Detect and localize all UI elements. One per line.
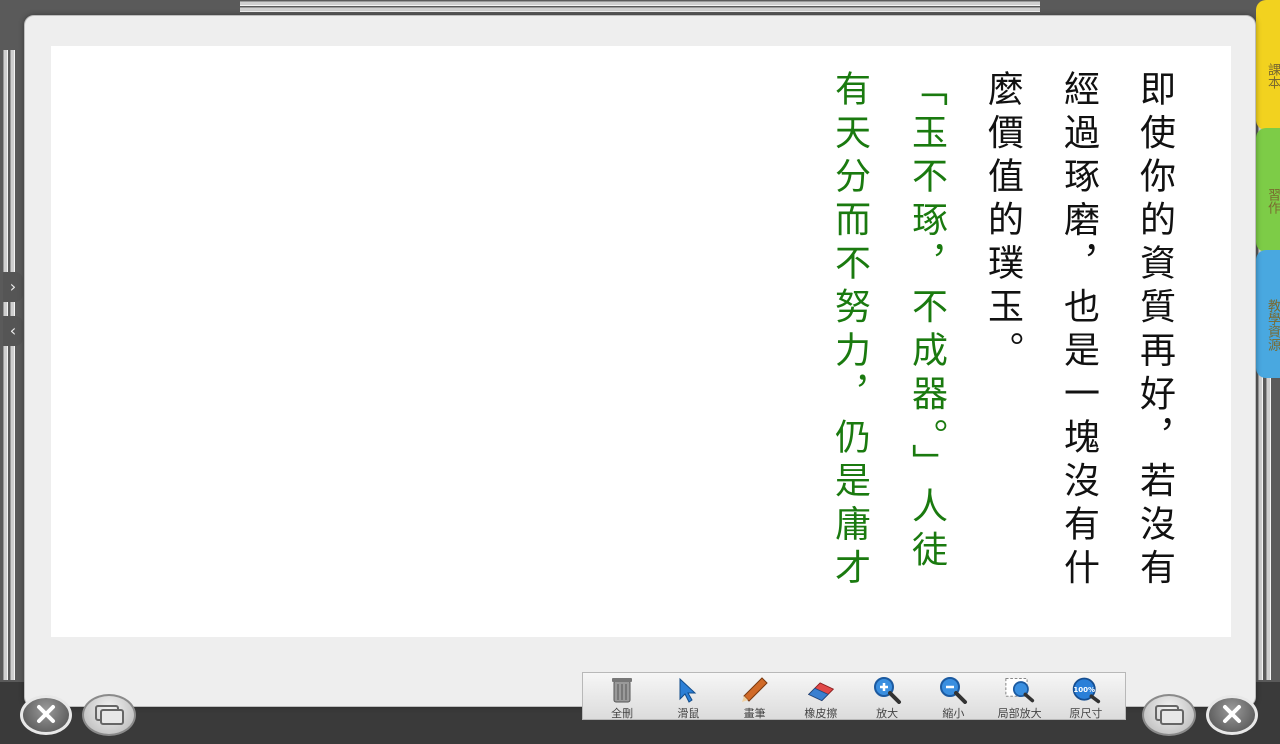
text-column-4: 「玉不琢，不成器。」人徒 xyxy=(906,70,947,574)
tab-teaching-resources[interactable]: 教學資源 xyxy=(1256,250,1280,378)
tool-label: 縮小 xyxy=(942,707,965,720)
windows-icon xyxy=(95,705,124,725)
text-column-1: 即使你的資質再好，若沒有 xyxy=(1134,70,1175,592)
trash-icon xyxy=(607,675,637,704)
tab-label: 習作 xyxy=(1265,188,1280,214)
original-size-button[interactable]: 100% 原尺寸 xyxy=(1053,675,1119,721)
zoom-in-icon xyxy=(872,675,902,704)
tab-label: 課本 xyxy=(1265,63,1280,89)
text-column-5: 有天分而不努力，仍是庸才 xyxy=(829,70,870,592)
right-side-tabs: 課本 習作 教學資源 xyxy=(1254,0,1280,380)
partial-zoom-button[interactable]: 局部放大 xyxy=(987,675,1053,721)
mouse-tool-button[interactable]: 滑鼠 xyxy=(655,675,721,721)
text-column-3: 麼價值的璞玉。 xyxy=(982,70,1023,375)
content-board[interactable]: 即使你的資質再好，若沒有 經過琢磨，也是一塊沒有什 麼價值的璞玉。 「玉不琢，不… xyxy=(51,46,1231,637)
partial-zoom-icon xyxy=(1005,675,1035,704)
pencil-icon xyxy=(740,675,770,704)
tool-palette: 全刪 滑鼠 畫筆 橡皮擦 放大 縮小 局部放大 100% 原尺寸 xyxy=(582,672,1126,720)
original-size-icon: 100% xyxy=(1071,675,1101,704)
expand-panel-button[interactable]: › xyxy=(3,272,23,302)
window-toggle-button-left[interactable] xyxy=(82,694,136,736)
text-column-2: 經過琢磨，也是一塊沒有什 xyxy=(1058,70,1099,592)
close-icon xyxy=(37,705,55,723)
chevron-left-icon: ‹ xyxy=(9,321,17,340)
close-icon xyxy=(1223,705,1241,723)
top-frame-rails xyxy=(240,0,1040,14)
zoom-in-button[interactable]: 放大 xyxy=(854,675,920,721)
pen-tool-button[interactable]: 畫筆 xyxy=(722,675,788,721)
tab-workbook[interactable]: 習作 xyxy=(1256,128,1280,252)
windows-icon xyxy=(1155,705,1184,725)
tool-label: 橡皮擦 xyxy=(804,707,838,720)
chevron-right-icon: › xyxy=(9,277,17,296)
tool-label: 放大 xyxy=(876,707,899,720)
tool-label: 滑鼠 xyxy=(677,707,700,720)
eraser-tool-button[interactable]: 橡皮擦 xyxy=(788,675,854,721)
tool-label: 畫筆 xyxy=(743,707,766,720)
close-button-right[interactable] xyxy=(1206,695,1258,735)
eraser-icon xyxy=(806,675,836,704)
close-button-left[interactable] xyxy=(20,695,72,735)
cursor-icon xyxy=(673,675,703,704)
tab-textbook[interactable]: 課本 xyxy=(1256,0,1280,130)
zoom-out-icon xyxy=(938,675,968,704)
zoom-out-button[interactable]: 縮小 xyxy=(920,675,986,721)
window-toggle-button-right[interactable] xyxy=(1142,694,1196,736)
tool-label: 全刪 xyxy=(611,707,634,720)
clear-all-button[interactable]: 全刪 xyxy=(589,675,655,721)
left-frame-rails xyxy=(0,50,22,680)
zoom-level-badge: 100% xyxy=(1073,684,1095,693)
tool-label: 原尺寸 xyxy=(1069,707,1103,720)
content-window: 即使你的資質再好，若沒有 經過琢磨，也是一塊沒有什 麼價值的璞玉。 「玉不琢，不… xyxy=(24,15,1256,707)
tool-label: 局部放大 xyxy=(997,707,1042,720)
tab-label: 教學資源 xyxy=(1265,299,1280,351)
collapse-panel-button[interactable]: ‹ xyxy=(3,316,23,346)
